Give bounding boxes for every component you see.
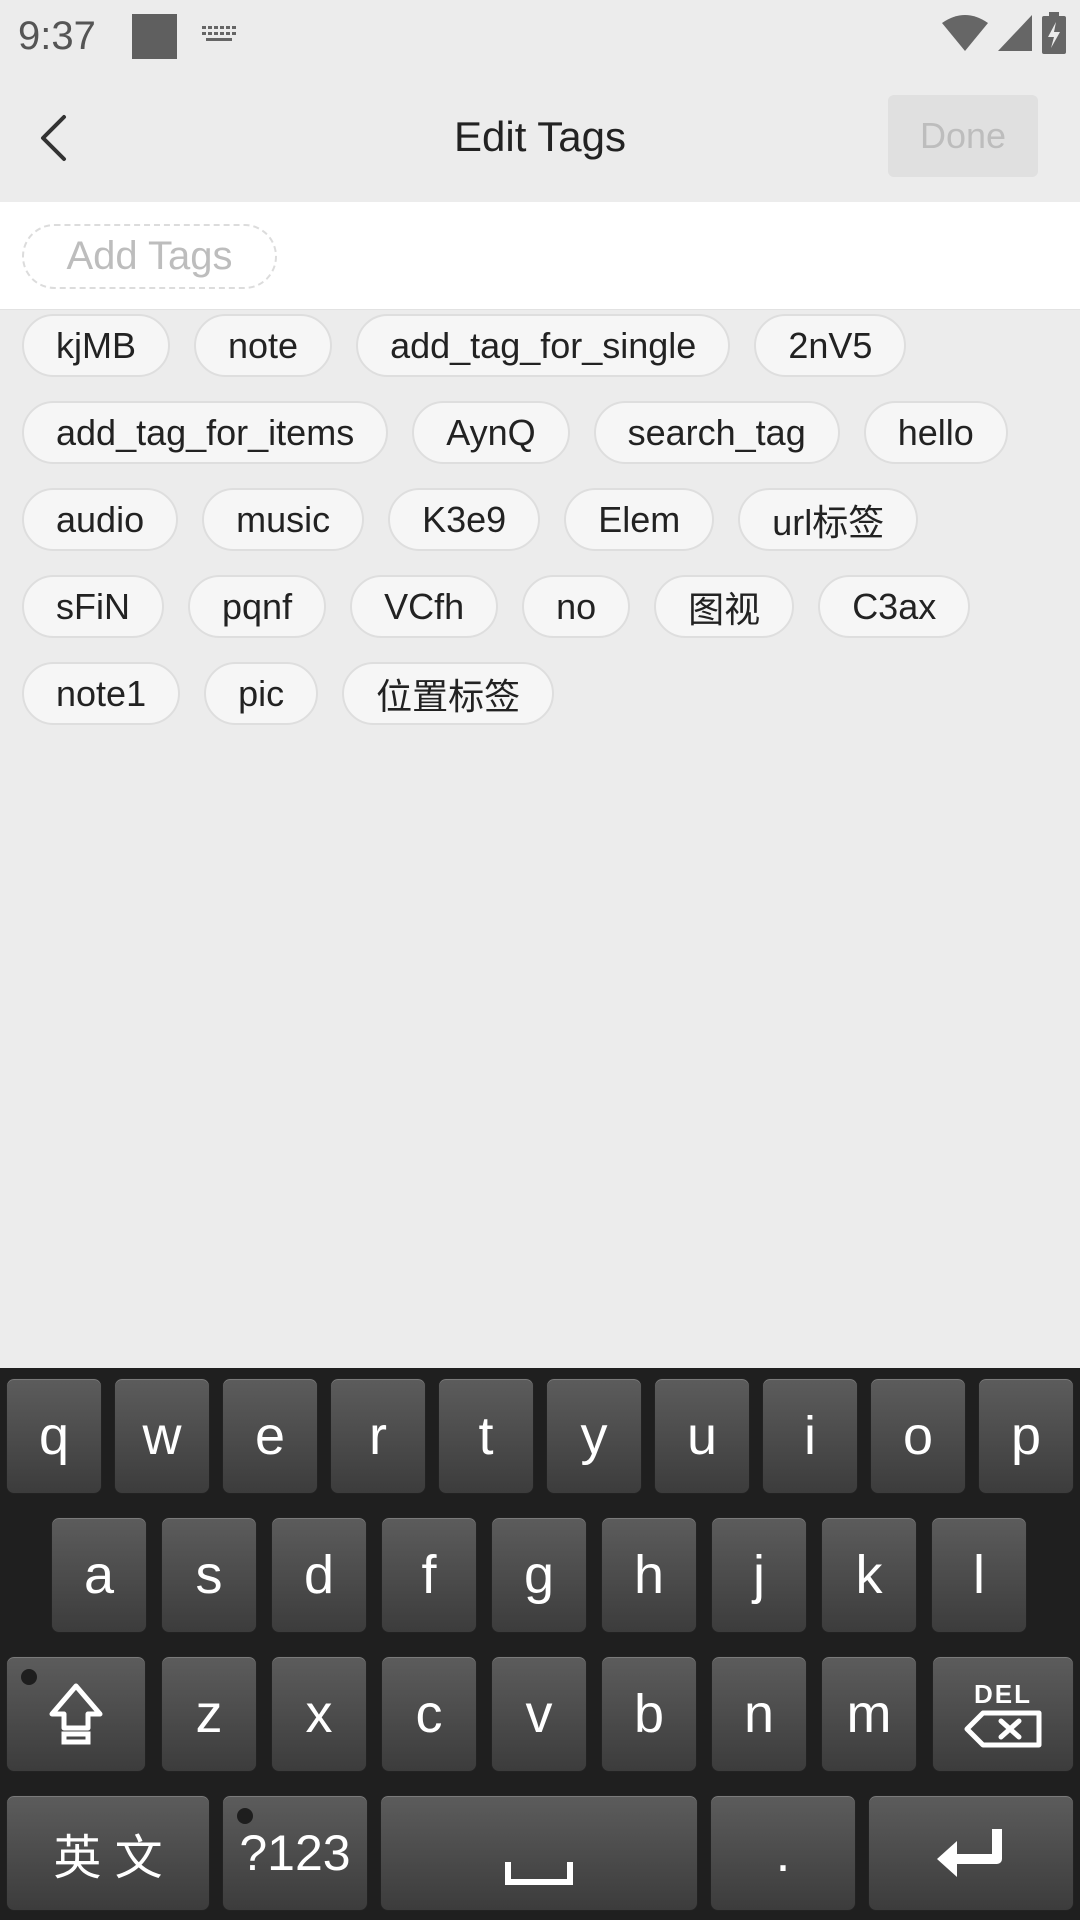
soft-keyboard: q w e r t y u i o p a s d f g h j k l z …	[0, 1368, 1080, 1920]
key-p[interactable]: p	[978, 1378, 1074, 1494]
key-d[interactable]: d	[271, 1517, 367, 1633]
status-bar: 9:37	[0, 0, 1080, 75]
tag-chip[interactable]: 图视	[654, 575, 795, 638]
key-y[interactable]: y	[546, 1378, 642, 1494]
shift-key[interactable]	[6, 1656, 146, 1772]
tag-chip[interactable]: add_tag_for_items	[22, 401, 389, 464]
delete-key[interactable]: DEL	[932, 1656, 1074, 1772]
tag-input-area: Add Tags	[0, 202, 1080, 310]
tag-chip[interactable]: add_tag_for_single	[356, 314, 731, 377]
tag-chip[interactable]: no	[522, 575, 631, 638]
tag-chip[interactable]: 2nV5	[754, 314, 907, 377]
key-a[interactable]: a	[51, 1517, 147, 1633]
key-indicator-dot	[21, 1669, 37, 1685]
enter-key[interactable]	[868, 1795, 1074, 1911]
notification-icon	[132, 14, 177, 59]
delete-key-label: DEL	[974, 1679, 1032, 1709]
key-k[interactable]: k	[821, 1517, 917, 1633]
key-i[interactable]: i	[762, 1378, 858, 1494]
backspace-icon	[964, 1710, 1042, 1748]
tag-chip[interactable]: pqnf	[188, 575, 327, 638]
key-x[interactable]: x	[271, 1656, 367, 1772]
key-s[interactable]: s	[161, 1517, 257, 1633]
tag-chip[interactable]: kjMB	[22, 314, 170, 377]
period-key[interactable]: .	[710, 1795, 856, 1911]
key-r[interactable]: r	[330, 1378, 426, 1494]
key-w[interactable]: w	[114, 1378, 210, 1494]
tag-chip[interactable]: sFiN	[22, 575, 164, 638]
symbols-key[interactable]: ?123	[222, 1795, 368, 1911]
key-v[interactable]: v	[491, 1656, 587, 1772]
tag-list: kjMB note add_tag_for_single 2nV5 add_ta…	[22, 314, 1062, 725]
done-button[interactable]: Done	[888, 95, 1038, 177]
space-bar-icon	[505, 1862, 573, 1885]
space-key[interactable]	[380, 1795, 698, 1911]
key-o[interactable]: o	[870, 1378, 966, 1494]
symbols-key-label: ?123	[239, 1825, 351, 1881]
enter-icon	[937, 1829, 1002, 1877]
tag-chip[interactable]: hello	[863, 401, 1008, 464]
tag-chip[interactable]: 位置标签	[342, 662, 555, 725]
tag-chip[interactable]: url标签	[738, 488, 919, 551]
key-indicator-dot	[237, 1808, 253, 1824]
battery-charging-icon	[1042, 12, 1066, 54]
add-tags-input[interactable]: Add Tags	[22, 224, 277, 289]
app-header: Edit Tags Done	[0, 75, 1080, 202]
cellular-signal-icon	[998, 15, 1032, 51]
key-c[interactable]: c	[381, 1656, 477, 1772]
key-q[interactable]: q	[6, 1378, 102, 1494]
key-j[interactable]: j	[711, 1517, 807, 1633]
wifi-icon	[942, 15, 988, 51]
key-b[interactable]: b	[601, 1656, 697, 1772]
status-time: 9:37	[18, 14, 96, 58]
key-h[interactable]: h	[601, 1517, 697, 1633]
key-u[interactable]: u	[654, 1378, 750, 1494]
key-e[interactable]: e	[222, 1378, 318, 1494]
tag-chip[interactable]: note1	[22, 662, 181, 725]
key-z[interactable]: z	[161, 1656, 257, 1772]
key-l[interactable]: l	[931, 1517, 1027, 1633]
tag-chip[interactable]: AynQ	[412, 401, 570, 464]
tag-chip[interactable]: music	[202, 488, 365, 551]
tag-chip[interactable]: K3e9	[388, 488, 541, 551]
language-switch-key[interactable]: 英 文	[6, 1795, 210, 1911]
tag-chip[interactable]: VCfh	[350, 575, 499, 638]
key-g[interactable]: g	[491, 1517, 587, 1633]
shift-icon	[49, 1683, 103, 1745]
tag-chip[interactable]: pic	[204, 662, 319, 725]
key-n[interactable]: n	[711, 1656, 807, 1772]
key-f[interactable]: f	[381, 1517, 477, 1633]
key-t[interactable]: t	[438, 1378, 534, 1494]
tag-chip[interactable]: search_tag	[593, 401, 840, 464]
keyboard-indicator-icon	[202, 26, 236, 41]
key-m[interactable]: m	[821, 1656, 917, 1772]
tag-chip[interactable]: C3ax	[818, 575, 971, 638]
tag-chip[interactable]: audio	[22, 488, 179, 551]
tag-chip[interactable]: Elem	[564, 488, 715, 551]
tag-chip[interactable]: note	[194, 314, 333, 377]
